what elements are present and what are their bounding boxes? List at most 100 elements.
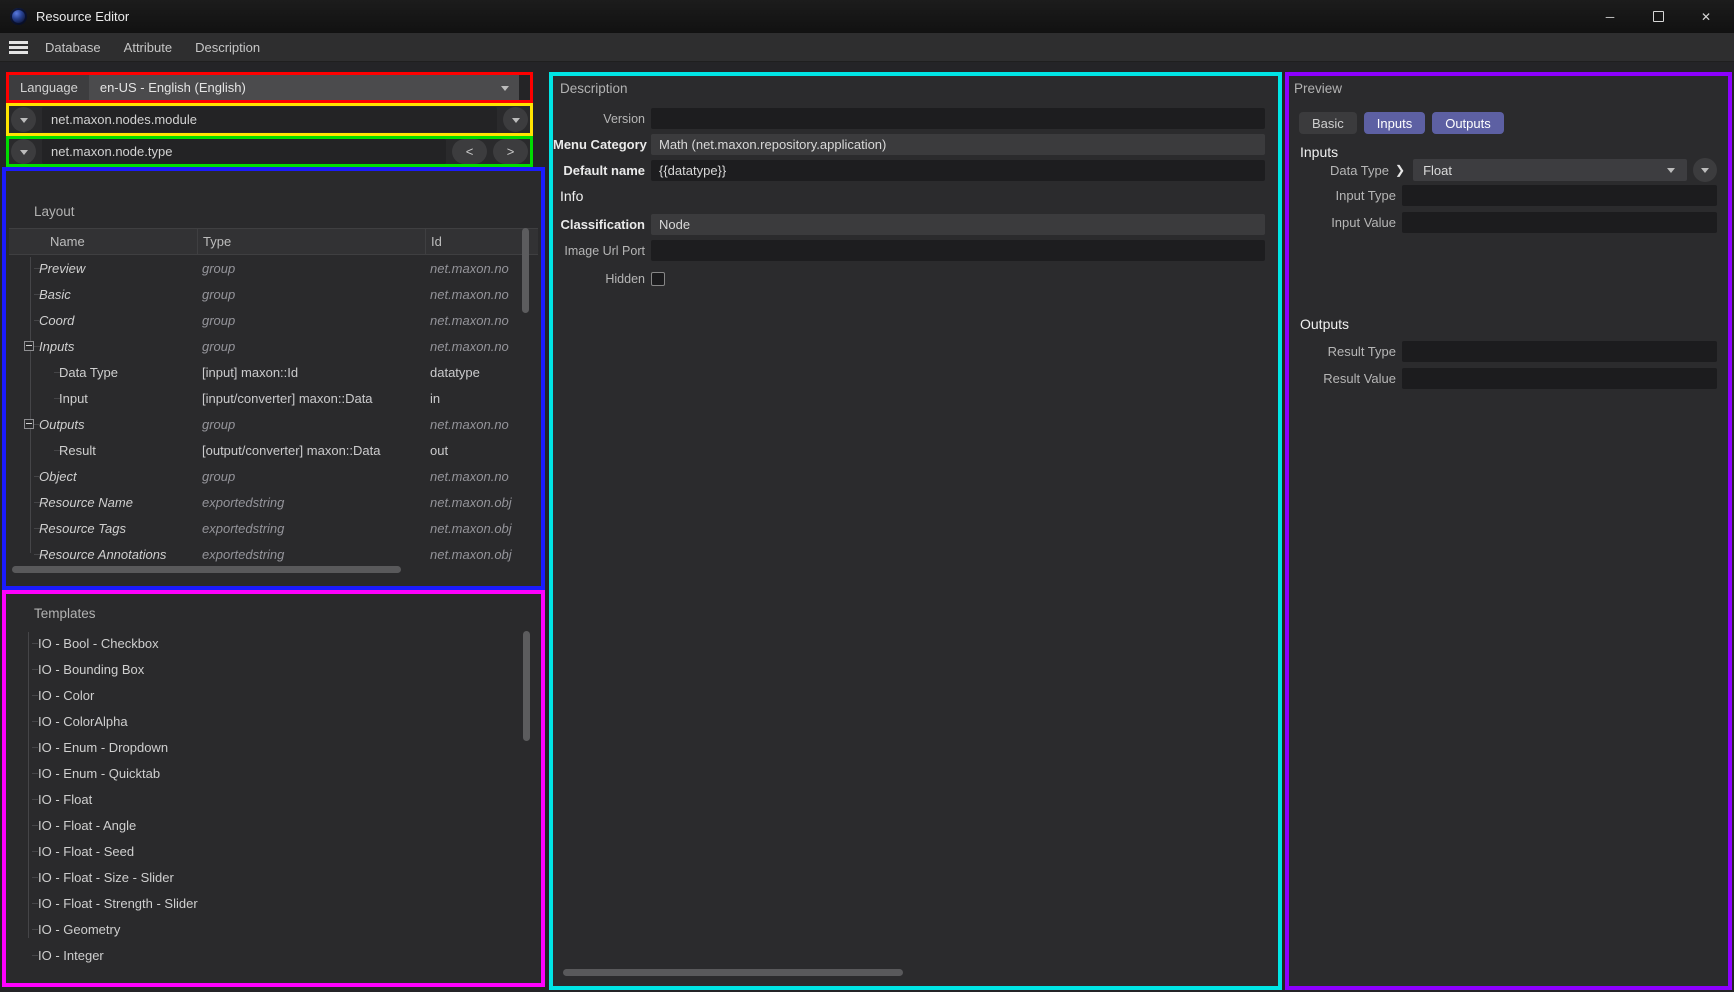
template-item-label: IO - Float - Angle [38,818,136,833]
list-item[interactable]: IO - Float - Size - Slider [9,864,538,890]
vertical-scrollbar[interactable] [523,631,530,741]
table-row[interactable]: Resource Annotationsexportedstringnet.ma… [9,541,538,567]
tree-cell-id: net.maxon.no [425,417,538,432]
field-input[interactable]: {{datatype}} [651,160,1265,181]
field-row: Input Value [1289,211,1717,233]
tree-cell-name: Resource Annotations [9,547,197,562]
field-input[interactable] [1402,185,1717,206]
collapse-expander-icon[interactable] [24,419,34,429]
list-item[interactable]: IO - Bounding Box [9,656,538,682]
chevron-down-icon [1667,168,1675,177]
collapse-expander-icon[interactable] [24,341,34,351]
layout-tree-rows: Previewgroupnet.maxon.noBasicgroupnet.ma… [9,255,538,567]
horizontal-scrollbar[interactable] [563,969,903,976]
hidden-field-row: Hidden [553,268,1265,289]
tree-cell-type: [output/converter] maxon::Data [197,443,425,458]
table-row[interactable]: Basicgroupnet.maxon.no [9,281,538,307]
tab-outputs[interactable]: Outputs [1432,112,1504,134]
table-row[interactable]: Resource Tagsexportedstringnet.maxon.obj [9,515,538,541]
chevron-down-icon [501,86,509,95]
list-item[interactable]: IO - Float - Angle [9,812,538,838]
module-select-dropdown-button[interactable] [503,107,528,132]
list-item[interactable]: IO - Integer - Seed [9,968,538,976]
field-label: Version [553,112,645,126]
maximize-icon [1653,11,1664,22]
module-history-dropdown-button[interactable] [11,107,36,132]
tree-cell-name: Coord [9,313,197,328]
list-item[interactable]: IO - Float - Seed [9,838,538,864]
menu-database[interactable]: Database [45,40,101,55]
tree-cell-name: Object [9,469,197,484]
list-item[interactable]: IO - Color [9,682,538,708]
menu-description[interactable]: Description [195,40,260,55]
list-item[interactable]: IO - Integer [9,942,538,968]
vertical-scrollbar[interactable] [522,228,529,313]
language-dropdown[interactable]: en-US - English (English) [89,75,519,100]
data-type-options-button[interactable] [1693,158,1717,182]
list-item[interactable]: IO - Bool - Checkbox [9,630,538,656]
template-item-label: IO - ColorAlpha [38,714,128,729]
maximize-button[interactable] [1634,0,1682,33]
table-row[interactable]: Data Type[input] maxon::Iddatatype [9,359,538,385]
field-label: Image Url Port [553,244,645,258]
list-item[interactable]: IO - Enum - Quicktab [9,760,538,786]
field-input[interactable] [1402,212,1717,233]
list-item[interactable]: IO - Float [9,786,538,812]
tab-inputs[interactable]: Inputs [1364,112,1425,134]
table-row[interactable]: Resource Nameexportedstringnet.maxon.obj [9,489,538,515]
list-item[interactable]: IO - Float - Strength - Slider [9,890,538,916]
column-header-name[interactable]: Name [9,229,197,254]
table-row[interactable]: Coordgroupnet.maxon.no [9,307,538,333]
hamburger-menu-icon[interactable] [9,41,28,54]
table-row[interactable]: Result[output/converter] maxon::Dataout [9,437,538,463]
data-type-dropdown[interactable]: Float [1413,159,1687,181]
field-input[interactable] [1402,341,1717,362]
field-label: Menu Category [553,137,645,152]
list-item[interactable]: IO - ColorAlpha [9,708,538,734]
tree-cell-type: exportedstring [197,521,425,536]
column-header-type[interactable]: Type [197,229,425,254]
next-node-button[interactable]: > [493,139,528,164]
node-type-history-dropdown-button[interactable] [11,139,36,164]
template-item-label: IO - Float [38,792,92,807]
template-item-label: IO - Bounding Box [38,662,144,677]
field-row: Default name {{datatype}} [553,160,1265,181]
annotation-box-templates: Templates IO - Bool - CheckboxIO - Bound… [2,590,545,987]
table-row[interactable]: Outputsgroupnet.maxon.no [9,411,538,437]
tree-cell-id: out [425,443,538,458]
menu-attribute[interactable]: Attribute [124,40,172,55]
field-label: Result Value [1289,371,1396,386]
field-input[interactable] [651,240,1265,261]
horizontal-scrollbar[interactable] [12,566,401,573]
template-item-label: IO - Geometry [38,922,120,937]
table-row[interactable]: Objectgroupnet.maxon.no [9,463,538,489]
tab-basic[interactable]: Basic [1299,112,1357,134]
description-panel-title: Description [560,81,628,96]
hidden-checkbox[interactable] [651,272,665,286]
field-input[interactable]: Node [651,214,1265,235]
table-row[interactable]: Previewgroupnet.maxon.no [9,255,538,281]
tree-cell-name: Outputs [9,417,197,432]
window-title: Resource Editor [36,9,129,24]
field-label: Default name [553,163,645,178]
list-item[interactable]: IO - Geometry [9,916,538,942]
field-value: Math (net.maxon.repository.application) [659,137,886,152]
template-item-label: IO - Enum - Dropdown [38,740,168,755]
node-type-input[interactable]: net.maxon.node.type [42,139,446,164]
field-input[interactable] [1402,368,1717,389]
annotation-box-node-type: net.maxon.node.type < > [6,136,533,167]
field-row: Result Value [1289,367,1717,389]
chevron-right-icon[interactable]: ❯ [1395,163,1405,177]
module-id-input[interactable]: net.maxon.nodes.module [42,107,497,132]
list-item[interactable]: IO - Enum - Dropdown [9,734,538,760]
minimize-button[interactable]: ─ [1586,0,1634,33]
close-button[interactable]: ✕ [1682,0,1730,33]
table-row[interactable]: Inputsgroupnet.maxon.no [9,333,538,359]
table-row[interactable]: Input[input/converter] maxon::Datain [9,385,538,411]
chevron-down-icon [20,150,28,159]
template-item-label: IO - Float - Seed [38,844,134,859]
field-input[interactable] [651,108,1265,129]
field-input[interactable]: Math (net.maxon.repository.application) [651,134,1265,155]
previous-node-button[interactable]: < [452,139,487,164]
data-type-value: Float [1423,163,1452,178]
